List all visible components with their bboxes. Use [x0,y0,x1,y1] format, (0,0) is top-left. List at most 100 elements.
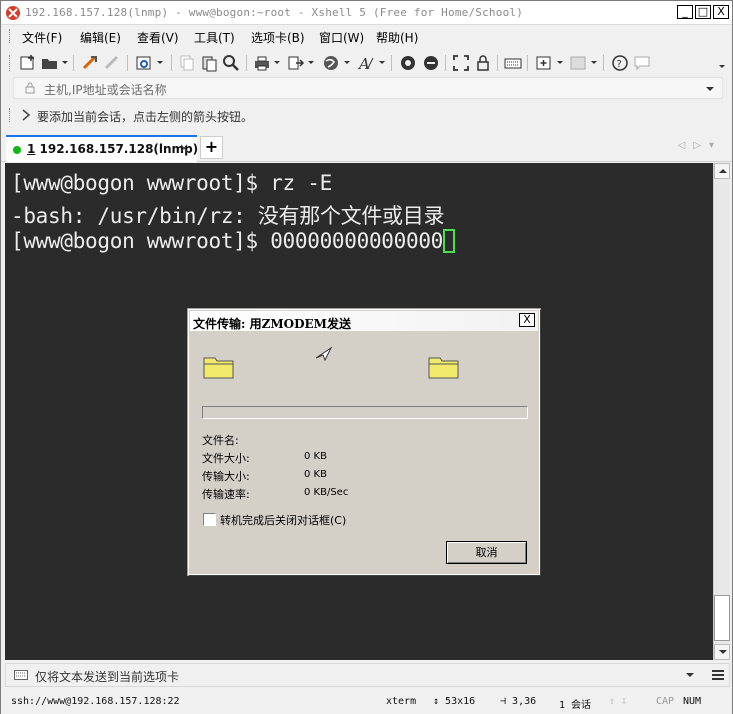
tab-index: 1 [27,142,36,156]
status-sessions: 1 会话 [559,700,592,711]
xshell-app-icon [6,6,20,20]
open-dropdown-icon[interactable] [62,61,68,64]
scroll-thumb[interactable] [714,595,730,641]
font-icon[interactable]: A [357,54,375,72]
copy-icon[interactable] [178,54,196,72]
dialog-close-button[interactable]: X [519,313,535,327]
tab-session-1[interactable]: 1 192.168.157.128(lnmp) × [6,135,198,162]
terminal-scrollbar[interactable] [713,163,730,660]
title-bar: 192.168.157.128(lnmp) - www@bogon:~root … [1,1,732,25]
font-dropdown-icon[interactable] [379,61,385,64]
layout-dropdown-icon[interactable] [591,61,597,64]
globe-icon[interactable] [322,54,340,72]
menu-edit[interactable]: 编辑(E) [80,29,121,46]
close-on-finish-label[interactable]: 转机完成后关闭对话框(C) [220,512,346,528]
status-bar: ssh://www@192.168.157.128:22 xterm ↕ 53x… [1,690,732,714]
transferred-value: 0 KB [304,469,327,480]
properties-dropdown-icon[interactable] [157,61,163,64]
filesize-value: 0 KB [304,451,327,462]
filename-label: 文件名: [202,434,239,447]
add-session-arrow-icon[interactable] [19,108,33,122]
zmodem-transfer-dialog: 文件传输: 用ZMODEM发送 X 文件名: 文件大小: 0 KB 传输大小: … [188,309,540,575]
print-dropdown-icon[interactable] [274,61,280,64]
print-icon[interactable] [253,54,271,72]
layout-icon[interactable] [569,54,587,72]
scroll-down-button[interactable] [714,644,730,660]
xftp-icon[interactable] [399,54,417,72]
cancel-button[interactable]: 取消 [446,541,527,564]
menu-help[interactable]: 帮助(H) [376,29,418,46]
lock-icon[interactable] [474,54,492,72]
terminal-line: [www@bogon wwwroot]$ 00000000000000 [11,229,444,253]
status-connection: ssh://www@192.168.157.128:22 [11,696,180,707]
toolbar-overflow-icon[interactable] [719,65,725,68]
menu-file[interactable]: 文件(F) [22,29,62,46]
toolbar-separator [497,55,498,71]
svg-text:A: A [357,55,370,72]
toolbar-separator [127,55,128,71]
compose-bar[interactable]: 仅将文本发送到当前选项卡 [5,663,730,687]
toolbar-separator [171,55,172,71]
compose-target-label[interactable]: 仅将文本发送到当前选项卡 [35,668,179,685]
session-hint-bar: 要添加当前会话，点击左侧的箭头按钮。 [1,103,732,127]
find-icon[interactable] [222,54,240,72]
terminal-cursor [443,229,456,253]
dialog-title-bar: 文件传输: 用ZMODEM发送 X [190,311,538,331]
globe-dropdown-icon[interactable] [344,61,350,64]
add-tab-icon[interactable] [535,54,553,72]
disconnect-icon[interactable] [103,54,121,72]
menu-tools[interactable]: 工具(T) [194,29,235,46]
compose-keyboard-icon [14,670,28,680]
toolbar-separator [603,55,604,71]
maximize-button[interactable]: □ [695,5,711,19]
terminal-line: [www@bogon wwwroot]$ rz -E [11,171,332,195]
toolbar-separator [73,55,74,71]
terminal-line: -bash: /usr/bin/rz: 没有那个文件或目录 [11,204,445,228]
minimize-button[interactable]: _ [677,5,693,19]
transfer-progress-bar [202,406,528,419]
rate-label: 传输速率: [202,488,250,501]
tab-label: 1 192.168.157.128(lnmp) [27,142,198,156]
toolbar-separator [246,55,247,71]
reconnect-icon[interactable] [81,54,99,72]
toolbar-separator [391,55,392,71]
compose-menu-icon[interactable] [711,668,725,682]
close-button[interactable]: X [713,5,729,19]
menu-grip [9,29,11,43]
menu-tabs[interactable]: 选项卡(B) [251,29,305,46]
scroll-up-icon [719,169,727,173]
help-icon[interactable]: ? [611,54,629,72]
status-terminal-type: xterm [386,696,417,707]
dialog-title: 文件传输: 用ZMODEM发送 [193,317,351,331]
toolbar-grip [9,55,11,71]
tab-nav-arrows-icon[interactable]: ◁▷▾ [678,140,722,151]
address-bar[interactable]: 主机,IP地址或会话名称 [13,77,723,99]
status-size: ↕ 53x16 [433,696,476,707]
tab-close-icon[interactable]: × [179,141,189,155]
status-updown-icon: ⇧ ⇩ [609,696,628,707]
fullscreen-icon[interactable] [452,54,470,72]
menu-view[interactable]: 查看(V) [137,29,179,46]
toolbar-separator [527,55,528,71]
status-size-value: 53x16 [445,696,476,707]
properties-icon[interactable] [135,54,153,72]
filesize-label: 文件大小: [202,452,250,465]
transferred-label: 传输大小: [202,470,250,483]
address-dropdown-icon[interactable] [706,87,714,91]
xagent-icon[interactable] [422,54,440,72]
keyboard-icon[interactable] [504,54,522,72]
address-input[interactable]: 主机,IP地址或会话名称 [44,81,167,98]
open-folder-icon[interactable] [41,54,59,72]
compose-dropdown-icon[interactable] [686,673,694,677]
new-session-icon[interactable] [19,54,37,72]
menu-window[interactable]: 窗口(W) [319,29,364,46]
close-on-finish-checkbox[interactable] [203,513,216,526]
transfer-dropdown-icon[interactable] [308,61,314,64]
add-tab-dropdown-icon[interactable] [557,61,563,64]
transfer-plane-icon [315,346,333,362]
paste-icon[interactable] [200,54,218,72]
scroll-up-button[interactable] [714,163,730,179]
transfer-icon[interactable] [287,54,305,72]
chat-icon[interactable] [633,54,651,72]
new-tab-button[interactable]: + [200,136,223,159]
